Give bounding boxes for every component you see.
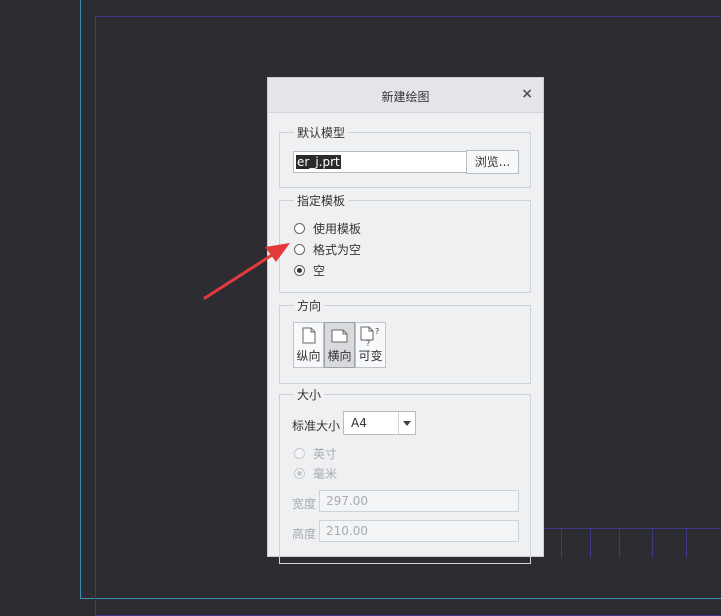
annotation-arrow xyxy=(203,243,290,300)
